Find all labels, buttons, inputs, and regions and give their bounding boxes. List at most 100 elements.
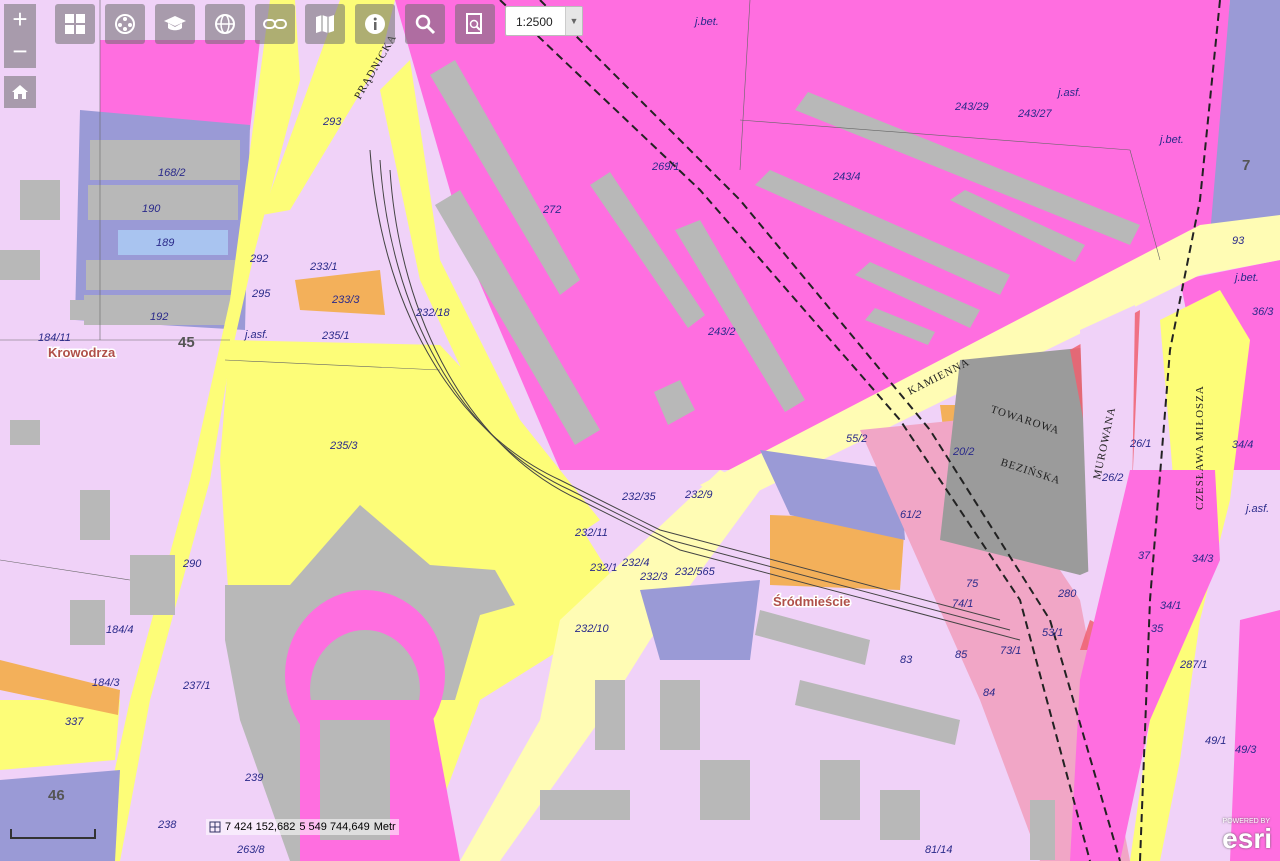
print-button[interactable] (455, 4, 495, 44)
parcel-label: 235/3 (329, 440, 358, 452)
graduation-cap-icon (164, 16, 186, 31)
parcel-label: 34/3 (1192, 553, 1214, 565)
link-button[interactable] (255, 4, 295, 44)
parcel-label: 243/27 (1017, 108, 1053, 120)
parcel-label: 232/11 (574, 527, 608, 539)
parcel-label: 36/3 (1252, 306, 1274, 318)
parcel-label: 190 (142, 203, 161, 215)
scale-select[interactable]: 1:2500 ▼ (505, 6, 583, 36)
basemap-gallery-button[interactable] (55, 4, 95, 44)
land-type-label: j.asf. (1244, 503, 1269, 515)
chevron-down-icon[interactable]: ▼ (565, 7, 582, 35)
globe-button[interactable] (205, 4, 245, 44)
esri-logo[interactable]: esri (1222, 823, 1272, 855)
education-button[interactable] (155, 4, 195, 44)
parcel-label: 232/3 (639, 571, 668, 583)
parcel-label: 84 (983, 687, 995, 699)
film-reel-icon (115, 14, 135, 34)
info-icon (365, 14, 385, 34)
parcel-label: 232/1 (589, 562, 618, 574)
district-label-krowodrza: Krowodrza (48, 345, 116, 360)
parcel-label: 184/4 (106, 624, 134, 636)
parcel-label: 37 (1138, 550, 1151, 562)
parcel-label: 73/1 (1000, 645, 1021, 657)
parcel-label: 192 (150, 311, 168, 323)
scale-bar (10, 829, 96, 839)
parcel-label: 263/8 (236, 844, 265, 856)
parcel-label: 20/2 (952, 446, 974, 458)
parcel-label: 189 (156, 237, 174, 249)
land-type-label: j.asf. (243, 329, 268, 341)
coordinate-y: 5 549 744,649 (299, 821, 370, 833)
parcel-label: 238 (157, 819, 177, 831)
district-number-45: 45 (178, 334, 195, 351)
parcel-label: 55/2 (846, 433, 867, 445)
globe-icon (215, 14, 235, 34)
parcel-label: 232/565 (674, 566, 716, 578)
land-type-label: j.bet. (1158, 134, 1184, 146)
zoom-in-button[interactable]: + (4, 4, 36, 36)
parcel-label: 243/4 (832, 171, 861, 183)
map-book-button[interactable] (305, 4, 345, 44)
parcel-label: 93 (1232, 235, 1245, 247)
grid-icon (65, 14, 85, 34)
parcel-label: 243/29 (954, 101, 989, 113)
district-label-srodmiescie: Śródmieście (773, 594, 850, 609)
search-button[interactable] (405, 4, 445, 44)
parcel-label: 74/1 (952, 598, 973, 610)
parcel-label: 53/1 (1042, 627, 1063, 639)
scale-value: 1:2500 (516, 15, 553, 29)
home-button[interactable] (4, 76, 36, 108)
info-button[interactable] (355, 4, 395, 44)
parcel-label: 168/2 (158, 167, 186, 179)
parcel-label: 81/14 (925, 844, 953, 856)
parcel-label: 280 (1057, 588, 1077, 600)
land-type-label: j.bet. (1233, 272, 1259, 284)
parcel-label: 232/18 (415, 307, 451, 319)
land-type-label: j.asf. (1056, 87, 1081, 99)
parcel-label: 34/4 (1232, 439, 1253, 451)
search-icon (415, 14, 436, 35)
zoom-out-button[interactable]: − (4, 36, 36, 68)
link-icon (263, 19, 287, 29)
parcel-label: 49/1 (1205, 735, 1226, 747)
parcel-label: 233/1 (309, 261, 338, 273)
street-label-czeslawa-milosza: CZESŁAWA MIŁOSZA (1194, 385, 1206, 510)
parcel-label: 293 (322, 116, 342, 128)
parcel-label: 49/3 (1235, 744, 1257, 756)
parcel-label: 232/35 (621, 491, 657, 503)
parcel-label: 237/1 (182, 680, 211, 692)
district-number-7: 7 (1242, 157, 1250, 174)
print-preview-icon (466, 13, 482, 34)
coordinate-icon (209, 821, 221, 833)
parcel-label: 75 (966, 578, 979, 590)
parcel-label: 269/1 (651, 161, 680, 173)
coordinate-unit: Metr (373, 821, 396, 833)
map-icon (316, 15, 334, 33)
parcel-label: 61/2 (900, 509, 921, 521)
district-number-46: 46 (48, 787, 65, 804)
parcel-label: 232/4 (621, 557, 650, 569)
coordinate-x: 7 424 152,682 (225, 821, 296, 833)
land-type-label: j.bet. (693, 16, 719, 28)
parcel-label: 239 (244, 772, 263, 784)
parcel-label: 295 (251, 288, 271, 300)
parcel-label: 337 (65, 716, 84, 728)
parcel-label: 85 (955, 649, 968, 661)
parcel-label: 83 (900, 654, 913, 666)
parcel-label: 232/9 (684, 489, 713, 501)
coordinate-readout: 7 424 152,682 5 549 744,649 Metr (206, 819, 399, 835)
parcel-label: 232/10 (574, 623, 610, 635)
parcel-label: 292 (249, 253, 268, 265)
home-icon (12, 85, 28, 99)
parcel-label: 235/1 (321, 330, 350, 342)
map-canvas[interactable]: 45 46 7 Krowodrza Śródmieście PRĄDNICKA … (0, 0, 1280, 861)
parcel-label: 26/2 (1101, 472, 1123, 484)
parcel-label: 35 (1151, 623, 1164, 635)
parcel-label: 243/2 (707, 326, 736, 338)
parcel-label: 287/1 (1179, 659, 1208, 671)
parcel-label: 34/1 (1160, 600, 1181, 612)
layers-button[interactable] (105, 4, 145, 44)
parcel-label: 233/3 (331, 294, 360, 306)
parcel-label: 290 (182, 558, 202, 570)
